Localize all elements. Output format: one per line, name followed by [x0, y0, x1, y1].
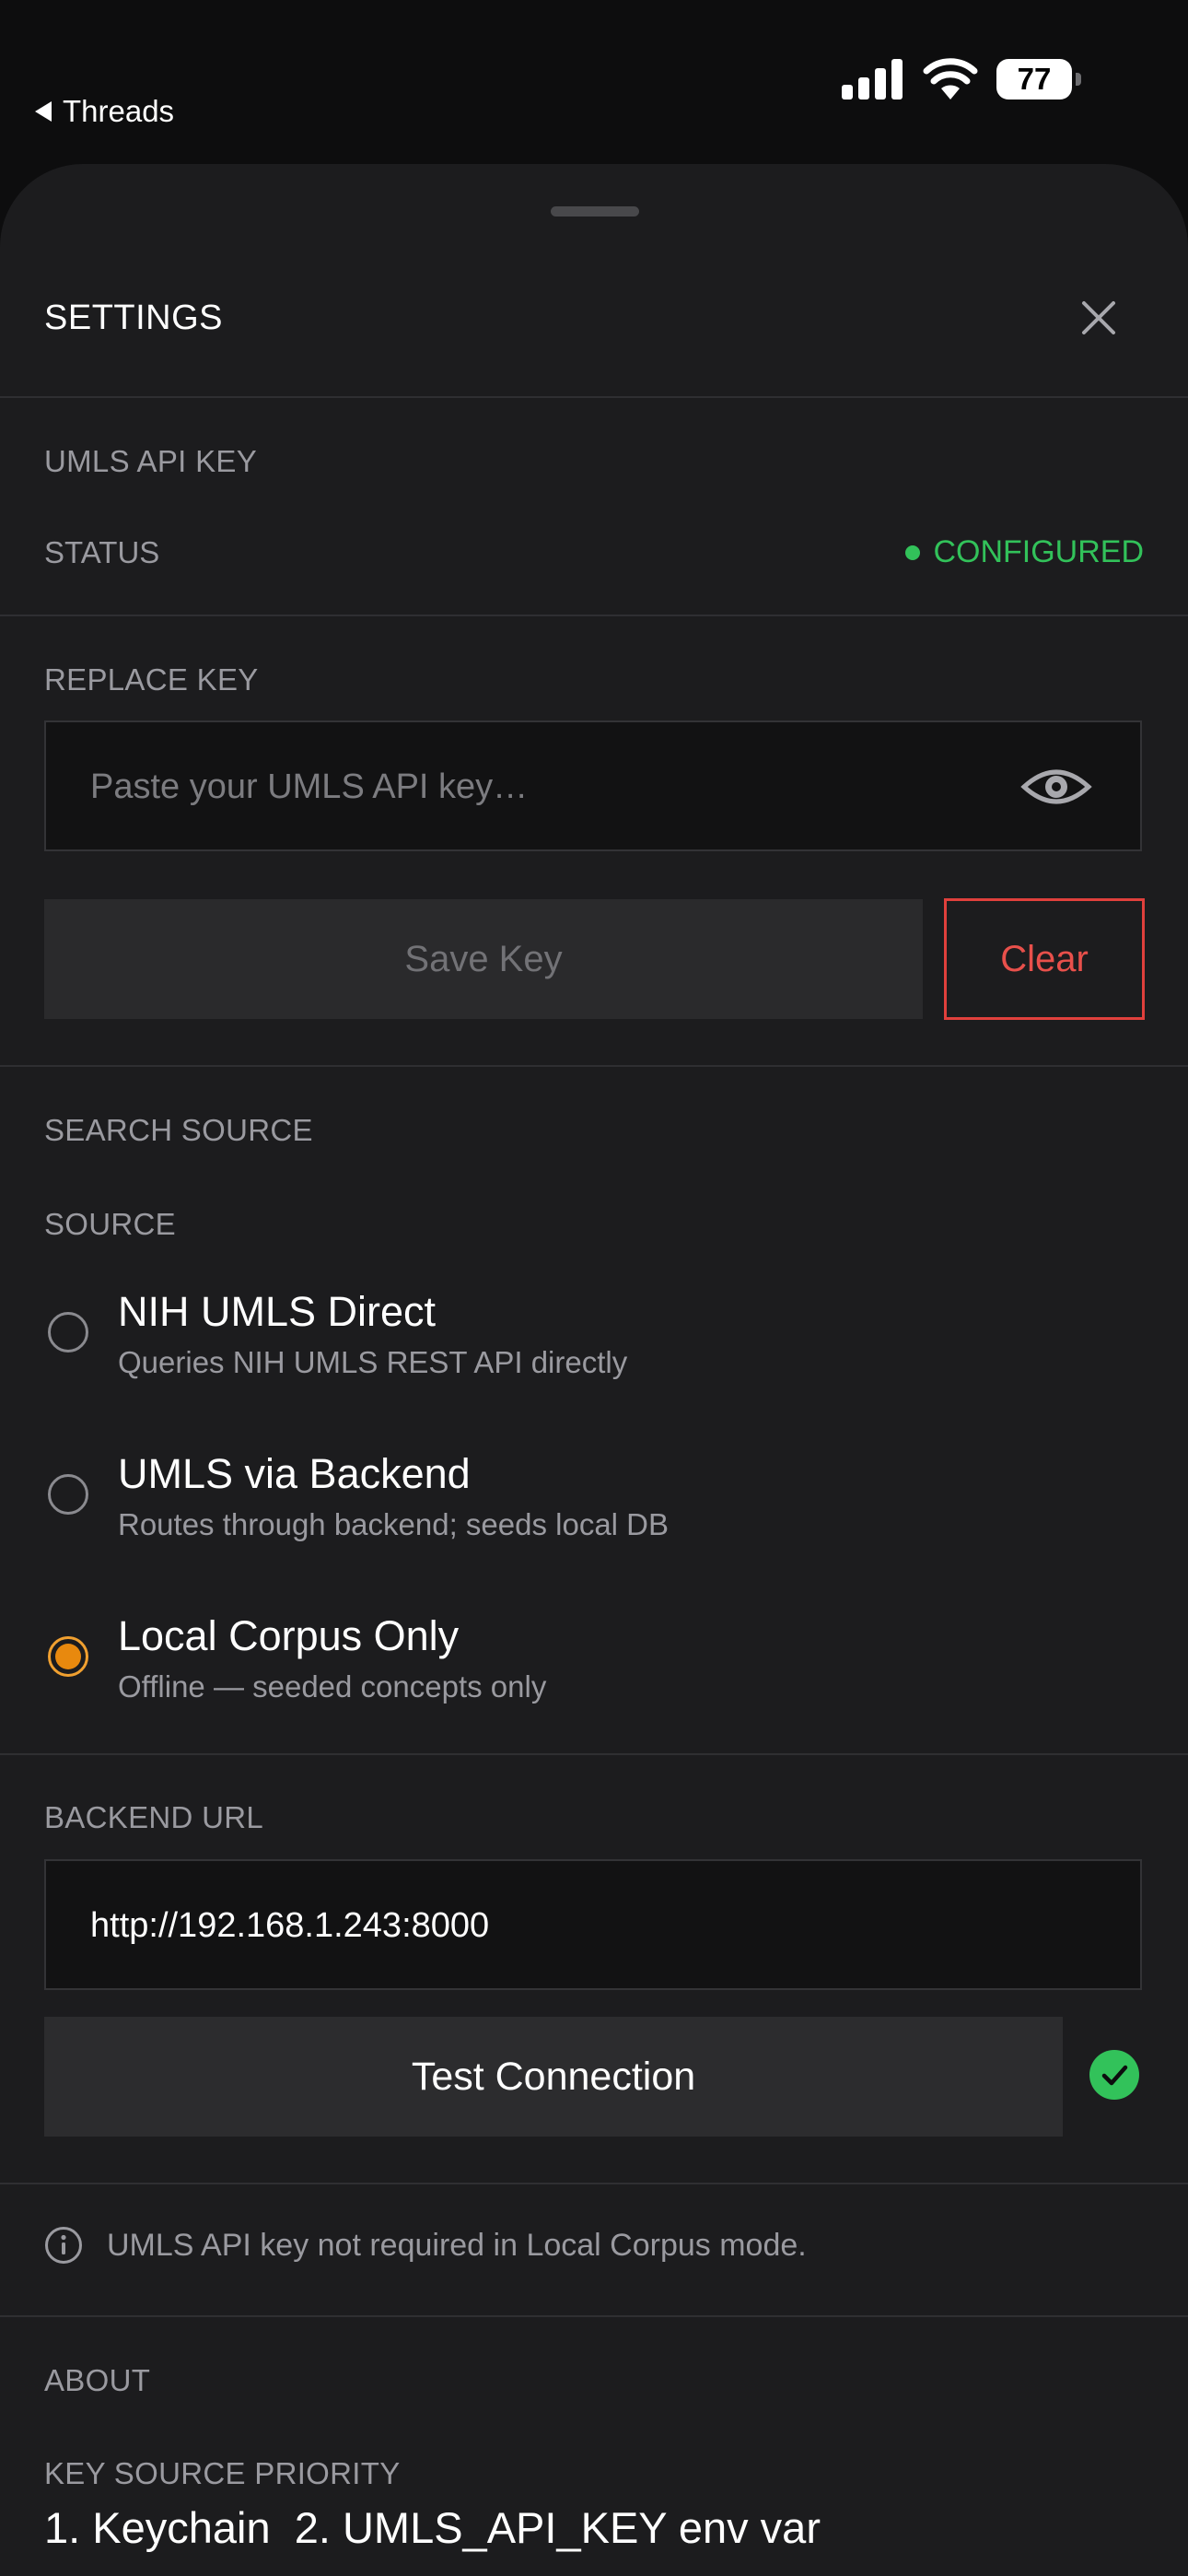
option-title: UMLS via Backend	[118, 1450, 471, 1497]
clear-key-button[interactable]: Clear	[944, 898, 1145, 1020]
source-option-nih-umls-direct[interactable]: NIH UMLS Direct Queries NIH UMLS REST AP…	[44, 1288, 1142, 1417]
option-subtitle: Routes through backend; seeds local DB	[118, 1507, 670, 1541]
back-arrow-icon	[35, 101, 52, 122]
backend-url-field[interactable]	[44, 1859, 1142, 1990]
status-dot-icon	[905, 544, 921, 560]
status-bar: Threads 77	[0, 0, 1188, 164]
section-label-replace-key: REPLACE KEY	[44, 662, 259, 697]
divider	[0, 1065, 1188, 1067]
divider	[0, 1753, 1188, 1755]
status-badge: CONFIGURED	[905, 534, 1144, 570]
divider	[0, 2315, 1188, 2317]
radio-button-selected[interactable]	[48, 1636, 88, 1677]
save-key-button[interactable]: Save Key	[44, 899, 923, 1019]
settings-sheet: SETTINGS UMLS API KEY STATUS CONFIGURED …	[0, 164, 1188, 2576]
key-source-priority-value: 1. Keychain 2. UMLS_API_KEY env var	[44, 2503, 821, 2552]
option-title: NIH UMLS Direct	[118, 1288, 437, 1335]
option-title: Local Corpus Only	[118, 1612, 460, 1659]
radio-button[interactable]	[48, 1474, 88, 1515]
api-key-input[interactable]	[88, 722, 1013, 851]
divider	[0, 2183, 1188, 2184]
info-message: UMLS API key not required in Local Corpu…	[44, 2226, 807, 2265]
divider	[0, 396, 1188, 398]
cellular-signal-icon	[842, 59, 903, 100]
page-title: SETTINGS	[44, 299, 224, 337]
wifi-icon	[923, 58, 978, 100]
source-option-umls-via-backend[interactable]: UMLS via Backend Routes through backend;…	[44, 1450, 1142, 1579]
back-app-label: Threads	[63, 94, 175, 128]
section-label-umls-api-key: UMLS API KEY	[44, 444, 258, 478]
battery-level: 77	[996, 59, 1072, 100]
status-label: STATUS	[44, 535, 160, 569]
sheet-grabber[interactable]	[551, 206, 639, 217]
status-value: CONFIGURED	[933, 534, 1144, 569]
eye-icon[interactable]	[1020, 763, 1092, 811]
key-source-priority-label: KEY SOURCE PRIORITY	[44, 2456, 401, 2490]
api-key-field[interactable]	[44, 720, 1142, 851]
option-subtitle: Queries NIH UMLS REST API directly	[118, 1345, 628, 1379]
source-label: SOURCE	[44, 1207, 176, 1241]
radio-button[interactable]	[48, 1312, 88, 1352]
source-option-local-corpus-only[interactable]: Local Corpus Only Offline — seeded conce…	[44, 1612, 1142, 1741]
option-subtitle: Offline — seeded concepts only	[118, 1669, 547, 1704]
check-circle-icon	[1089, 2050, 1139, 2100]
section-label-about: ABOUT	[44, 2363, 151, 2397]
back-to-app-button[interactable]: Threads	[35, 94, 174, 129]
close-icon[interactable]	[1076, 295, 1122, 341]
section-label-backend-url: BACKEND URL	[44, 1800, 264, 1834]
test-connection-button[interactable]: Test Connection	[44, 2017, 1063, 2137]
section-label-search-source: SEARCH SOURCE	[44, 1113, 313, 1147]
backend-url-input[interactable]	[88, 1861, 1013, 1990]
divider	[0, 615, 1188, 616]
info-icon	[45, 2227, 82, 2264]
info-text: UMLS API key not required in Local Corpu…	[107, 2227, 807, 2263]
battery-icon: 77	[996, 59, 1081, 100]
